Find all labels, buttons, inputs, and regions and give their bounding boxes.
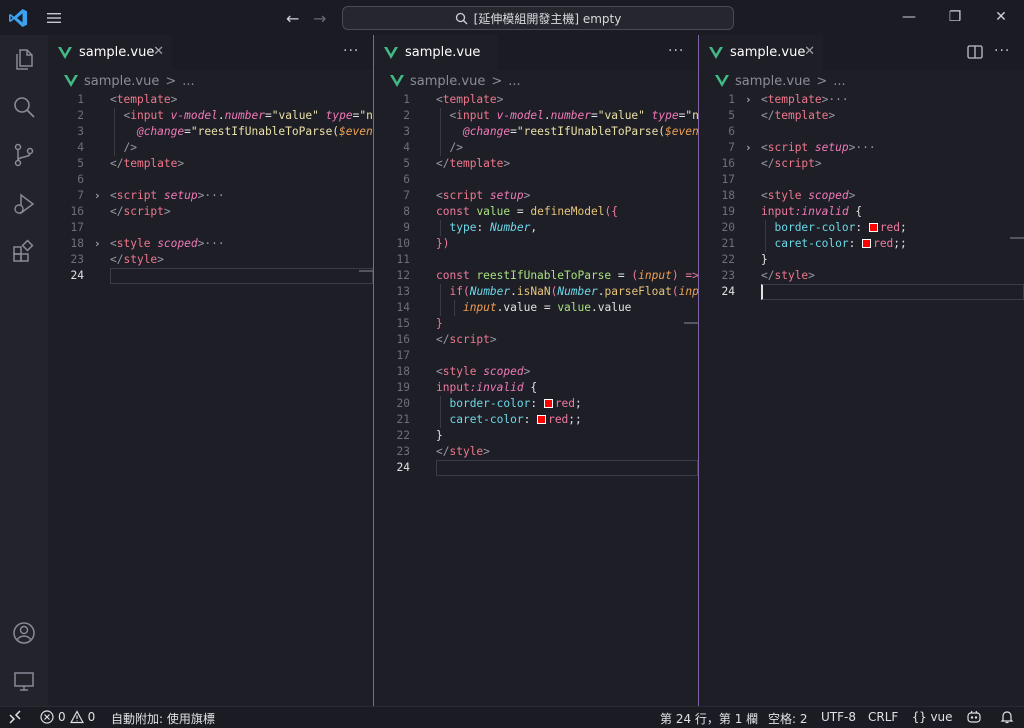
command-center[interactable]: [延伸模組開發主機] empty [342, 6, 734, 30]
breadcrumb-file[interactable]: sample.vue [84, 74, 159, 89]
remote-explorer-icon[interactable] [12, 669, 36, 693]
split-editor-icon[interactable] [967, 45, 983, 59]
command-center-label: [延伸模組開發主機] empty [473, 11, 622, 26]
warning-count: 0 [87, 710, 96, 724]
more-actions-button[interactable]: ··· [668, 43, 684, 59]
auto-attach-status[interactable]: 自動附加: 使用旗標 [111, 710, 215, 727]
status-bar: 0 0 自動附加: 使用旗標 第 24 行，第 1 欄 空格: 2 UTF-8 … [0, 706, 1024, 728]
tab-sample-vue[interactable]: sample.vue ✕ [48, 35, 172, 70]
problems-indicator[interactable]: 0 0 [40, 710, 95, 724]
breadcrumb-file[interactable]: sample.vue [410, 74, 485, 89]
indentation-status[interactable]: 空格: 2 [768, 710, 808, 727]
run-debug-icon[interactable] [12, 192, 36, 216]
breadcrumb-symbols[interactable]: ... [182, 74, 194, 89]
breadcrumb-symbols[interactable]: ... [508, 74, 520, 89]
color-swatch[interactable] [543, 399, 553, 408]
tab-label: sample.vue [79, 45, 155, 60]
vscode-logo-icon [9, 9, 27, 27]
scrollbar[interactable] [684, 322, 698, 324]
breadcrumb: sample.vue > ... [715, 72, 846, 90]
color-swatch[interactable] [537, 415, 547, 424]
remote-indicator[interactable] [8, 710, 22, 724]
eol-label: CRLF [868, 710, 899, 724]
tab-sample-vue[interactable]: sample.vue [374, 35, 498, 70]
editor-group-2: sample.vue ··· sample.vue > ... 1 <templa… [374, 35, 698, 706]
tab-bar: sample.vue ✕ ··· [699, 35, 1024, 70]
language-mode[interactable]: {} vue [912, 710, 953, 724]
vue-file-icon [64, 75, 78, 87]
copilot-status[interactable] [966, 710, 982, 724]
cursor-position-label: 第 24 行，第 1 欄 [660, 712, 759, 726]
language-label: vue [930, 710, 953, 724]
close-tab-icon[interactable]: ✕ [804, 44, 815, 59]
breadcrumb-separator: > [165, 73, 177, 89]
eol-status[interactable]: CRLF [868, 710, 898, 724]
code-editor[interactable]: 1 <template> 2 <input v-model.number="val… [374, 92, 698, 476]
vue-file-icon [384, 46, 398, 59]
search-icon [455, 12, 468, 24]
scrollbar[interactable] [1010, 237, 1024, 239]
error-count: 0 [58, 710, 66, 724]
search-icon[interactable] [12, 95, 36, 119]
more-actions-button[interactable]: ··· [994, 43, 1010, 59]
remote-icon [9, 710, 21, 724]
minimize-button[interactable]: — [886, 9, 932, 25]
auto-attach-label: 自動附加: 使用旗標 [111, 712, 215, 726]
extensions-icon[interactable] [12, 239, 36, 263]
color-swatch[interactable] [862, 239, 872, 248]
vue-file-icon [390, 75, 404, 87]
editor-group-3: sample.vue ✕ ··· sample.vue > ... 1 › <tem… [699, 35, 1024, 706]
breadcrumb-symbols[interactable]: ... [833, 74, 845, 89]
indentation-label: 空格: 2 [768, 712, 808, 726]
encoding-status[interactable]: UTF-8 [821, 710, 856, 724]
files-icon[interactable] [12, 47, 36, 71]
warning-icon [69, 710, 84, 724]
copilot-icon [967, 710, 981, 723]
tab-bar: sample.vue ··· [374, 35, 698, 70]
editor-group-1: sample.vue ✕ ··· sample.vue > ... 1 <temp… [48, 35, 373, 706]
notifications[interactable] [1000, 710, 1014, 724]
activity-bar [0, 35, 48, 706]
breadcrumb-separator: > [491, 73, 503, 89]
breadcrumb-separator: > [816, 73, 828, 89]
more-actions-button[interactable]: ··· [343, 43, 359, 59]
cursor-position[interactable]: 第 24 行，第 1 欄 [660, 710, 758, 727]
tab-label: sample.vue [405, 45, 481, 60]
breadcrumb: sample.vue > ... [390, 72, 521, 90]
account-icon[interactable] [12, 621, 36, 645]
bell-icon [1000, 711, 1014, 724]
encoding-label: UTF-8 [821, 710, 856, 724]
error-icon [40, 710, 54, 724]
code-editor[interactable]: 1 › <template>··· 5 </template> 6 7 › <script… [699, 92, 1024, 300]
go-forward-button[interactable]: → [313, 9, 326, 28]
tab-sample-vue[interactable]: sample.vue ✕ [699, 35, 823, 70]
vue-file-icon [709, 46, 723, 59]
source-control-icon[interactable] [12, 143, 36, 167]
scrollbar[interactable] [359, 270, 373, 272]
close-window-button[interactable]: ✕ [978, 9, 1024, 25]
braces-icon: {} [912, 710, 927, 724]
tab-bar: sample.vue ✕ ··· [48, 35, 373, 70]
maximize-button[interactable]: ❐ [932, 9, 978, 25]
vue-file-icon [715, 75, 729, 87]
vue-file-icon [58, 46, 72, 59]
title-bar: ← → [延伸模組開發主機] empty — ❐ ✕ [0, 0, 1024, 35]
color-swatch[interactable] [868, 223, 878, 232]
go-back-button[interactable]: ← [286, 9, 299, 28]
tab-label: sample.vue [730, 45, 806, 60]
breadcrumb: sample.vue > ... [64, 72, 195, 90]
close-tab-icon[interactable]: ✕ [153, 44, 164, 59]
breadcrumb-file[interactable]: sample.vue [735, 74, 810, 89]
menu-icon[interactable] [46, 11, 62, 25]
code-editor[interactable]: 1 <template> 2 <input v-model.number="val… [48, 92, 373, 284]
